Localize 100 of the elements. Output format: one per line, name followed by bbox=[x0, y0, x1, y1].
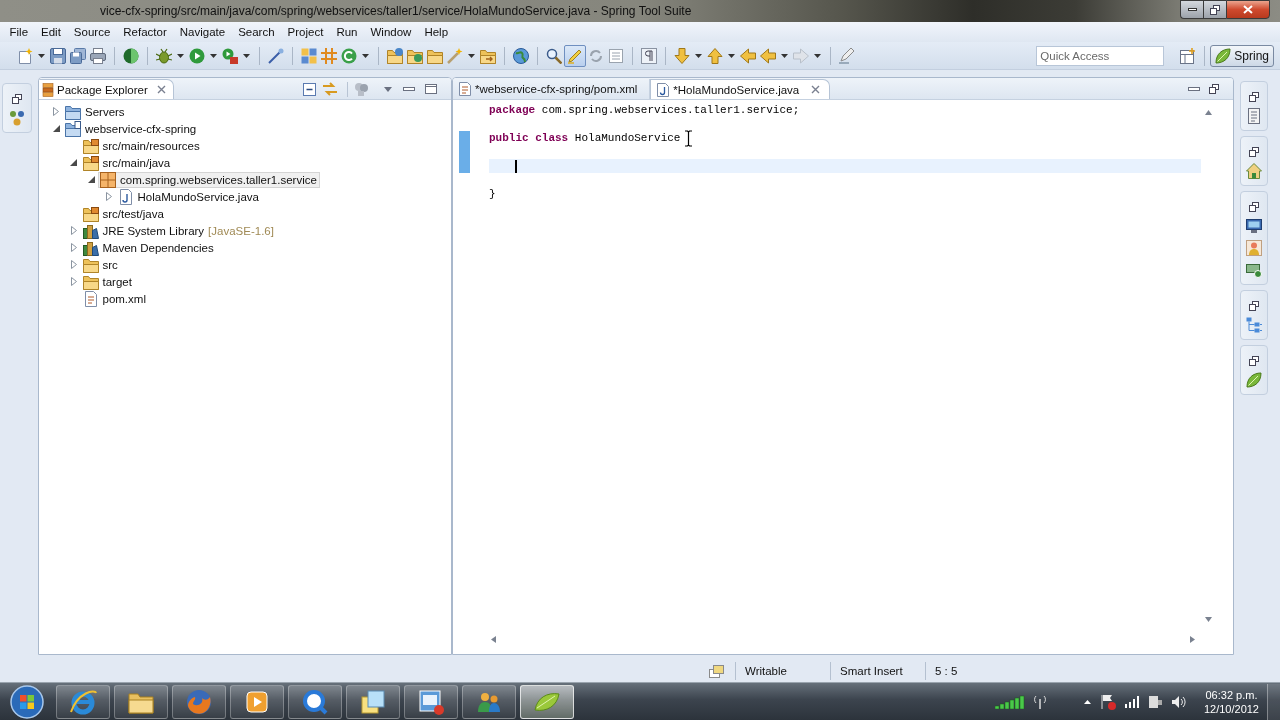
minimize-icon[interactable] bbox=[1188, 87, 1200, 91]
tree-item[interactable]: HolaMundoService.java bbox=[115, 188, 262, 205]
menu-item[interactable]: Run bbox=[329, 26, 364, 38]
leaf-icon[interactable] bbox=[1246, 372, 1262, 388]
printer-icon[interactable] bbox=[90, 47, 106, 64]
taskbar-button[interactable] bbox=[230, 684, 284, 719]
dropdown-caret-icon[interactable] bbox=[468, 53, 475, 58]
tree-item[interactable]: Maven Dependencies bbox=[80, 239, 217, 256]
taskbar-button[interactable] bbox=[462, 684, 516, 719]
device-icon[interactable] bbox=[1147, 694, 1162, 709]
menu-item[interactable]: Navigate bbox=[173, 26, 232, 38]
dropdown-caret-icon[interactable] bbox=[781, 53, 788, 58]
scroll-up-icon[interactable] bbox=[1204, 109, 1212, 116]
tree-expander-icon[interactable] bbox=[52, 125, 60, 132]
folder-arrow-icon[interactable] bbox=[480, 47, 496, 64]
close-button[interactable] bbox=[1226, 0, 1270, 19]
quick-access-field[interactable]: Quick Access bbox=[1036, 45, 1165, 66]
nodes-icon[interactable] bbox=[9, 110, 25, 126]
save-icon[interactable] bbox=[50, 47, 66, 64]
minimize-icon[interactable] bbox=[403, 87, 415, 91]
tree-expander-icon[interactable] bbox=[87, 176, 95, 183]
close-icon[interactable] bbox=[156, 84, 166, 94]
dropdown-caret-icon[interactable] bbox=[728, 53, 735, 58]
search-icon[interactable] bbox=[546, 47, 562, 64]
dropdown-caret-icon[interactable] bbox=[814, 53, 821, 58]
restore-icon[interactable] bbox=[1249, 301, 1259, 311]
show-desktop-button[interactable] bbox=[1267, 683, 1280, 720]
menu-item[interactable]: Project bbox=[281, 26, 330, 38]
folder-badge-icon[interactable] bbox=[387, 47, 403, 64]
menu-item[interactable]: Help bbox=[417, 26, 455, 38]
folder-globe-icon[interactable] bbox=[407, 47, 423, 64]
tree-expander-icon[interactable] bbox=[70, 159, 77, 166]
play-toolbox-icon[interactable] bbox=[222, 47, 238, 64]
restore-icon[interactable] bbox=[12, 94, 22, 104]
tree-item[interactable]: src/main/java bbox=[80, 154, 174, 171]
editor-tab[interactable]: *HolaMundoService.java bbox=[650, 79, 831, 99]
clock-time[interactable]: 06:32 p.m. bbox=[1205, 687, 1258, 702]
maximize-button[interactable] bbox=[1203, 0, 1226, 19]
taskbar-button[interactable] bbox=[288, 684, 342, 719]
scroll-down-icon[interactable] bbox=[1204, 616, 1212, 623]
up-arrow-icon[interactable] bbox=[707, 47, 723, 64]
menu-item[interactable]: Search bbox=[231, 26, 282, 38]
collapse-all-icon[interactable] bbox=[303, 82, 316, 96]
tree-item[interactable]: com.spring.webservices.taller1.service bbox=[98, 171, 320, 188]
new-file-icon[interactable] bbox=[17, 47, 33, 64]
back-arrow-icon[interactable] bbox=[760, 47, 776, 64]
dropdown-caret-icon[interactable] bbox=[243, 53, 250, 58]
open-perspective-icon[interactable] bbox=[1180, 47, 1197, 64]
menu-item[interactable]: Edit bbox=[34, 26, 68, 38]
tree-item[interactable]: webservice-cfx-spring bbox=[63, 120, 200, 137]
blocks-icon[interactable] bbox=[301, 47, 317, 64]
bug-icon[interactable] bbox=[156, 47, 172, 64]
needle-icon[interactable] bbox=[268, 47, 284, 64]
editor-tab[interactable]: *webservice-cfx-spring/pom.xml bbox=[453, 79, 651, 99]
taskbar-button[interactable] bbox=[56, 684, 110, 719]
back-arrow-icon[interactable] bbox=[740, 47, 756, 64]
flag-icon[interactable] bbox=[1099, 693, 1116, 710]
maximize-icon[interactable] bbox=[425, 84, 437, 94]
perspective-button[interactable]: Spring bbox=[1210, 44, 1274, 67]
dropdown-caret-icon[interactable] bbox=[38, 53, 45, 58]
scroll-right-icon[interactable] bbox=[1189, 635, 1196, 643]
close-icon[interactable] bbox=[811, 84, 821, 94]
list-icon[interactable] bbox=[608, 47, 624, 64]
tree-item[interactable]: pom.xml bbox=[80, 290, 149, 307]
refresh-icon[interactable] bbox=[341, 47, 357, 64]
menu-item[interactable]: Refactor bbox=[116, 26, 174, 38]
dropdown-caret-icon[interactable] bbox=[177, 53, 184, 58]
dropdown-caret-icon[interactable] bbox=[210, 53, 217, 58]
restore-icon[interactable] bbox=[1249, 92, 1259, 102]
clock-date[interactable]: 12/10/2012 bbox=[1203, 701, 1259, 716]
taskbar-button[interactable] bbox=[114, 684, 168, 719]
antenna-icon[interactable] bbox=[1033, 694, 1046, 709]
signal-icon[interactable] bbox=[1124, 695, 1139, 708]
house-icon[interactable] bbox=[1246, 163, 1262, 179]
signal-bars-icon[interactable] bbox=[994, 694, 1025, 709]
tree-item[interactable]: target bbox=[80, 273, 135, 290]
globe-icon[interactable] bbox=[513, 47, 529, 64]
card-badge-icon[interactable] bbox=[1246, 262, 1262, 278]
restore-icon[interactable] bbox=[1249, 356, 1259, 366]
tree-item[interactable]: src bbox=[80, 256, 121, 273]
menu-item[interactable]: File bbox=[3, 26, 35, 38]
scroll-left-icon[interactable] bbox=[490, 635, 497, 643]
down-arrow-icon[interactable] bbox=[674, 47, 690, 64]
up-caret-icon[interactable] bbox=[1083, 699, 1091, 704]
document-icon[interactable] bbox=[1246, 108, 1262, 124]
save-all-icon[interactable] bbox=[70, 47, 86, 64]
restore-icon[interactable] bbox=[1249, 147, 1259, 157]
tree-item[interactable]: src/test/java bbox=[80, 205, 167, 222]
taskbar-button[interactable] bbox=[346, 684, 400, 719]
folder-icon[interactable] bbox=[427, 47, 443, 64]
restore-icon[interactable] bbox=[1209, 84, 1219, 94]
minimize-button[interactable] bbox=[1180, 0, 1203, 19]
tree-outline-icon[interactable] bbox=[1246, 317, 1262, 333]
pilcrow-icon[interactable] bbox=[641, 47, 657, 64]
sphere-icon[interactable] bbox=[123, 47, 139, 64]
view-stack-icon[interactable] bbox=[709, 664, 724, 678]
tree-item[interactable]: Servers bbox=[63, 103, 128, 120]
tree-item[interactable]: JRE System Library [JavaSE-1.6] bbox=[80, 222, 277, 239]
toggle-button[interactable] bbox=[564, 44, 586, 67]
dropdown-caret-icon[interactable] bbox=[695, 53, 702, 58]
